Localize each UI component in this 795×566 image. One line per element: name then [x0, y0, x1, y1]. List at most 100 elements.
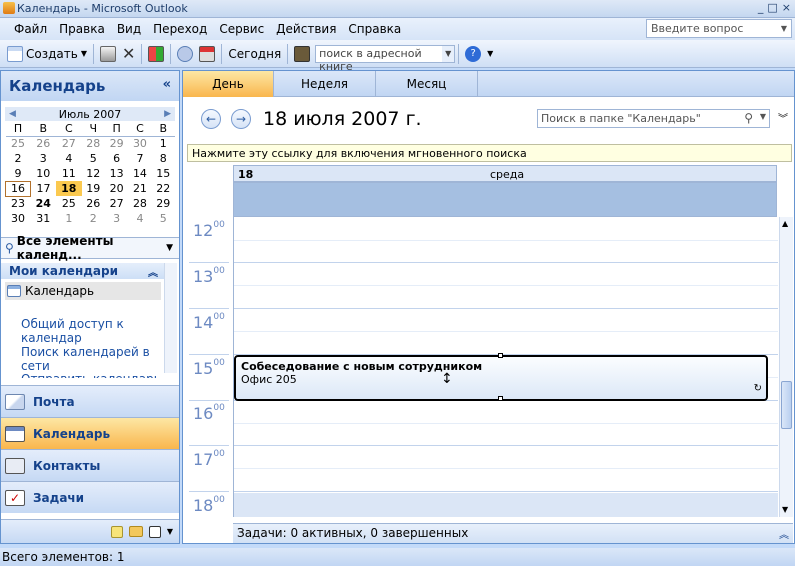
- ask-question-input[interactable]: Введите вопрос ▼: [646, 19, 792, 38]
- day-cell[interactable]: 26: [31, 136, 57, 151]
- expand-search-icon[interactable]: ︾: [778, 110, 788, 125]
- close-button[interactable]: ×: [782, 1, 791, 14]
- menu-file[interactable]: Файл: [0, 22, 53, 36]
- scroll-up-icon[interactable]: ▲: [782, 219, 788, 228]
- day-cell[interactable]: 2: [82, 211, 105, 226]
- back-arrow-icon[interactable]: ←: [201, 109, 221, 129]
- day-cell[interactable]: 28: [82, 136, 105, 151]
- day-cell[interactable]: 30: [128, 136, 151, 151]
- day-cell[interactable]: 29: [105, 136, 128, 151]
- print-button[interactable]: [97, 43, 119, 65]
- delete-button[interactable]: ✕: [119, 43, 138, 65]
- selected-day-cell[interactable]: 18: [56, 181, 82, 196]
- day-cell[interactable]: 8: [152, 151, 175, 166]
- previous-month-icon[interactable]: ◀: [5, 109, 20, 119]
- day-cell[interactable]: 22: [152, 181, 175, 196]
- share-calendar-link[interactable]: Общий доступ к календар: [21, 317, 179, 345]
- day-cell[interactable]: 29: [152, 196, 175, 211]
- chevron-down-icon[interactable]: ▼: [760, 112, 766, 121]
- day-cell[interactable]: 21: [128, 181, 151, 196]
- day-cell[interactable]: 26: [82, 196, 105, 211]
- address-book-search-input[interactable]: поиск в адресной книге ▼: [315, 44, 456, 73]
- collapse-up-icon[interactable]: ︽: [148, 264, 158, 279]
- day-cell[interactable]: 4: [56, 151, 82, 166]
- expand-tasks-icon[interactable]: ︽: [779, 526, 789, 541]
- toolbar-options[interactable]: ▼: [484, 43, 496, 65]
- day-cell[interactable]: 12: [82, 166, 105, 181]
- day-cell[interactable]: 1: [56, 211, 82, 226]
- nav-button-tasks[interactable]: ✓ Задачи: [1, 481, 179, 513]
- day-cell[interactable]: 6: [105, 151, 128, 166]
- day-cell[interactable]: 5: [82, 151, 105, 166]
- maximize-button[interactable]: □: [767, 1, 777, 14]
- day-cell[interactable]: 19: [82, 181, 105, 196]
- day-cell[interactable]: 13: [105, 166, 128, 181]
- day-cell[interactable]: 30: [6, 211, 31, 226]
- my-calendars-header[interactable]: Мои календари ︽: [1, 263, 164, 279]
- resize-handle-top[interactable]: [498, 353, 503, 358]
- day-cell[interactable]: 27: [105, 196, 128, 211]
- day-cell[interactable]: 7: [128, 151, 151, 166]
- folder-icon[interactable]: [128, 526, 143, 537]
- time-grid-scrollbar[interactable]: ▲ ▼: [779, 217, 793, 517]
- tasks-bar[interactable]: Задачи: 0 активных, 0 завершенных ︽: [233, 523, 793, 543]
- day-cell[interactable]: 11: [56, 166, 82, 181]
- all-day-events-area[interactable]: [233, 182, 777, 217]
- day-cell[interactable]: 20: [105, 181, 128, 196]
- menu-go[interactable]: Переход: [147, 22, 213, 36]
- menu-edit[interactable]: Правка: [53, 22, 111, 36]
- day-cell[interactable]: 15: [152, 166, 175, 181]
- next-month-icon[interactable]: ▶: [160, 109, 175, 119]
- tab-day[interactable]: День: [183, 71, 274, 97]
- instant-search-info-bar[interactable]: Нажмите эту ссылку для включения мгновен…: [187, 144, 792, 162]
- tab-month[interactable]: Месяц: [376, 71, 478, 97]
- day-cell[interactable]: 23: [6, 196, 31, 211]
- search-icon[interactable]: ⚲: [744, 111, 753, 125]
- chevron-down-icon[interactable]: ▼: [166, 243, 173, 253]
- menu-view[interactable]: Вид: [111, 22, 147, 36]
- minimize-button[interactable]: _: [758, 1, 764, 14]
- menu-help[interactable]: Справка: [342, 22, 407, 36]
- day-cell[interactable]: 3: [31, 151, 57, 166]
- collapse-icon[interactable]: «: [163, 77, 171, 92]
- day-cell[interactable]: 14: [128, 166, 151, 181]
- search-calendars-link[interactable]: Поиск календарей в сети: [21, 345, 179, 373]
- help-button[interactable]: ?: [462, 43, 484, 65]
- resize-handle-bottom[interactable]: [498, 396, 503, 401]
- menu-actions[interactable]: Действия: [270, 22, 342, 36]
- send-receive-button[interactable]: [174, 43, 196, 65]
- nav-button-calendar[interactable]: Календарь: [1, 417, 179, 449]
- day-cell[interactable]: 2: [6, 151, 31, 166]
- day-cell[interactable]: 31: [31, 211, 57, 226]
- nav-button-mail[interactable]: Почта: [1, 385, 179, 417]
- forward-arrow-icon[interactable]: →: [231, 109, 251, 129]
- day-cell[interactable]: 5: [152, 211, 175, 226]
- scroll-down-icon[interactable]: ▼: [782, 505, 788, 514]
- view-selector[interactable]: ⚲ Все элементы календ... ▼: [1, 234, 179, 262]
- nav-scrollbar[interactable]: [164, 263, 177, 373]
- day-cell[interactable]: 1: [152, 136, 175, 151]
- day-cell[interactable]: 10: [31, 166, 57, 181]
- scrollbar-thumb[interactable]: [781, 381, 792, 429]
- notes-icon[interactable]: [110, 525, 123, 538]
- day-cell[interactable]: 25: [56, 196, 82, 211]
- menu-tools[interactable]: Сервис: [213, 22, 270, 36]
- chevron-down-icon[interactable]: ▼: [778, 21, 790, 36]
- chevron-down-icon[interactable]: ▼: [81, 49, 87, 58]
- chevron-down-icon[interactable]: ▼: [442, 45, 455, 62]
- configure-buttons-icon[interactable]: ▼: [167, 527, 173, 536]
- folder-search-input[interactable]: Поиск в папке "Календарь" ⚲ ▼: [537, 109, 770, 128]
- day-cell[interactable]: 25: [6, 136, 31, 151]
- nav-button-contacts[interactable]: Контакты: [1, 449, 179, 481]
- day-cell[interactable]: 24: [31, 196, 57, 211]
- today-cell[interactable]: 16: [4, 180, 32, 197]
- categorize-button[interactable]: [145, 43, 167, 65]
- tab-week[interactable]: Неделя: [274, 71, 376, 97]
- address-book-button[interactable]: [291, 43, 313, 65]
- day-cell[interactable]: 28: [128, 196, 151, 211]
- day-cell[interactable]: 4: [128, 211, 151, 226]
- today-button[interactable]: Сегодня: [225, 43, 284, 65]
- calendar-options-button[interactable]: [196, 43, 218, 65]
- appointment[interactable]: Собеседование с новым сотрудником Офис 2…: [234, 353, 768, 401]
- day-cell[interactable]: 17: [31, 181, 57, 196]
